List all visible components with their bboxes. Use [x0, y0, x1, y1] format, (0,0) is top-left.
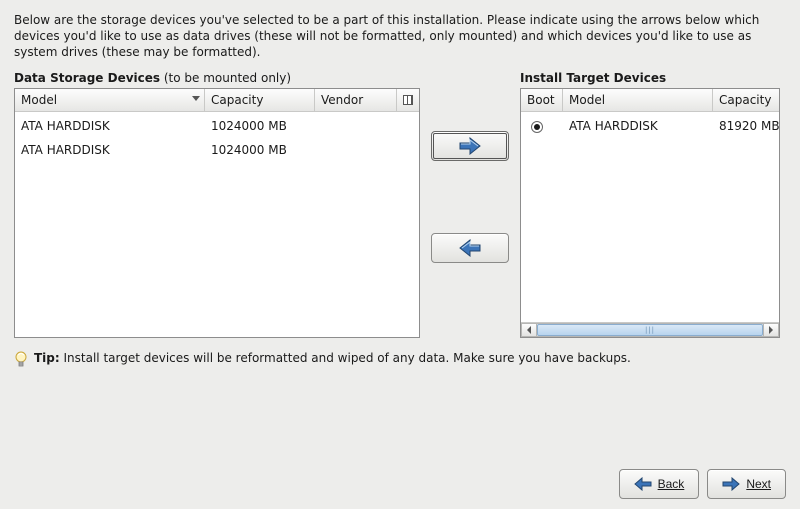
col-header-model[interactable]: Model: [15, 89, 205, 111]
columns-icon: [403, 95, 413, 105]
table-row[interactable]: ATA HARDDISK 81920 MB: [521, 114, 779, 138]
data-storage-title-bold: Data Storage Devices: [14, 71, 160, 85]
install-target-title-bold: Install Target Devices: [520, 71, 666, 85]
data-storage-title-sub: (to be mounted only): [160, 71, 291, 85]
tip-text: Tip: Install target devices will be refo…: [34, 350, 631, 366]
cell-capacity: 1024000 MB: [205, 119, 315, 133]
chevron-right-icon: [768, 326, 774, 334]
radio-dot-icon: [534, 124, 540, 130]
boot-radio[interactable]: [531, 121, 543, 133]
table-row[interactable]: ATA HARDDISK 1024000 MB: [15, 114, 419, 138]
data-storage-panel: Data Storage Devices (to be mounted only…: [14, 71, 420, 338]
install-target-rows: ATA HARDDISK 81920 MB: [521, 112, 779, 322]
cell-capacity: 1024000 MB: [205, 143, 315, 157]
col-header-capacity[interactable]: Capacity: [713, 89, 779, 111]
sort-asc-icon: [192, 96, 200, 101]
intro-text: Below are the storage devices you've sel…: [14, 12, 786, 61]
arrow-left-icon: [634, 477, 652, 491]
install-target-panel: Install Target Devices Boot Model Capaci…: [520, 71, 780, 338]
cell-model: ATA HARDDISK: [15, 143, 205, 157]
back-button[interactable]: Back: [619, 469, 700, 499]
data-storage-list[interactable]: Model Capacity Vendor ATA HARDDISK 10240…: [14, 88, 420, 338]
cell-model: ATA HARDDISK: [15, 119, 205, 133]
cell-model: ATA HARDDISK: [563, 119, 713, 133]
tip-label: Tip:: [34, 351, 60, 365]
table-row[interactable]: ATA HARDDISK 1024000 MB: [15, 138, 419, 162]
next-button-label: Next: [746, 477, 771, 491]
move-right-button[interactable]: [431, 131, 509, 161]
chevron-left-icon: [526, 326, 532, 334]
col-header-capacity[interactable]: Capacity: [205, 89, 315, 111]
arrow-left-icon: [458, 239, 482, 257]
column-picker-button[interactable]: [397, 89, 419, 111]
install-target-title: Install Target Devices: [520, 71, 780, 85]
install-target-list[interactable]: Boot Model Capacity ATA HARDDISK 81920 M…: [520, 88, 780, 338]
scroll-right-button[interactable]: [763, 323, 779, 337]
lightbulb-icon: [14, 351, 28, 369]
cell-boot[interactable]: [521, 119, 563, 133]
arrow-right-icon: [722, 477, 740, 491]
cell-capacity: 81920 MB: [713, 119, 779, 133]
scroll-track[interactable]: |||: [537, 323, 763, 337]
tip-body: Install target devices will be reformatt…: [60, 351, 631, 365]
back-button-label: Back: [658, 477, 685, 491]
col-header-model-label: Model: [21, 93, 57, 107]
transfer-controls: [428, 71, 512, 263]
scroll-left-button[interactable]: [521, 323, 537, 337]
arrow-right-icon: [458, 137, 482, 155]
col-header-vendor[interactable]: Vendor: [315, 89, 397, 111]
data-storage-header: Model Capacity Vendor: [15, 89, 419, 112]
tip-row: Tip: Install target devices will be refo…: [14, 350, 786, 369]
col-header-model[interactable]: Model: [563, 89, 713, 111]
footer-nav: Back Next: [14, 425, 786, 499]
install-target-header: Boot Model Capacity: [521, 89, 779, 112]
next-button[interactable]: Next: [707, 469, 786, 499]
data-storage-rows: ATA HARDDISK 1024000 MB ATA HARDDISK 102…: [15, 112, 419, 337]
col-header-boot[interactable]: Boot: [521, 89, 563, 111]
scroll-thumb[interactable]: |||: [537, 324, 763, 336]
move-left-button[interactable]: [431, 233, 509, 263]
data-storage-title: Data Storage Devices (to be mounted only…: [14, 71, 420, 85]
horizontal-scrollbar[interactable]: |||: [521, 322, 779, 337]
